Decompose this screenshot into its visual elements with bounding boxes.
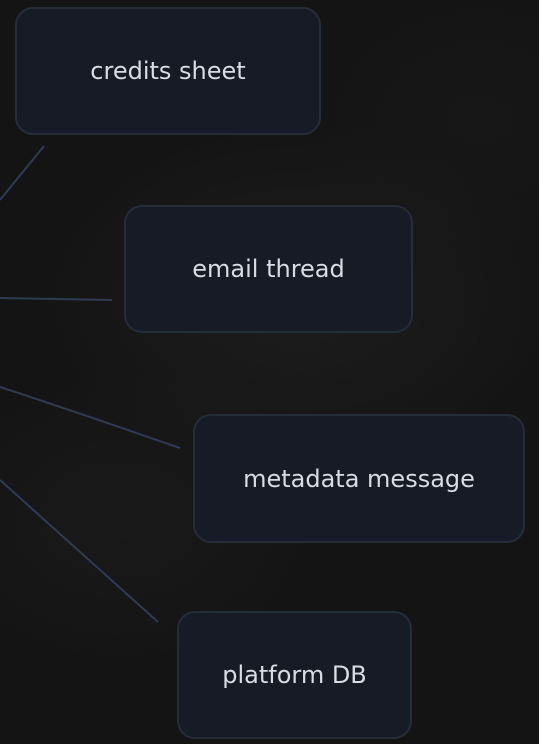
node-label: metadata message xyxy=(243,464,475,493)
node-email-thread: email thread xyxy=(124,205,413,333)
node-platform-db: platform DB xyxy=(177,611,412,739)
node-metadata-message: metadata message xyxy=(193,414,525,543)
node-credits-sheet: credits sheet xyxy=(15,7,321,135)
node-label: platform DB xyxy=(222,661,367,689)
node-label: email thread xyxy=(192,255,345,283)
connector-to-metadata-message xyxy=(0,386,181,449)
node-label: credits sheet xyxy=(90,57,246,85)
connector-to-credits-sheet xyxy=(0,145,45,201)
connector-to-platform-db xyxy=(0,479,159,623)
connector-to-email-thread xyxy=(0,297,113,301)
